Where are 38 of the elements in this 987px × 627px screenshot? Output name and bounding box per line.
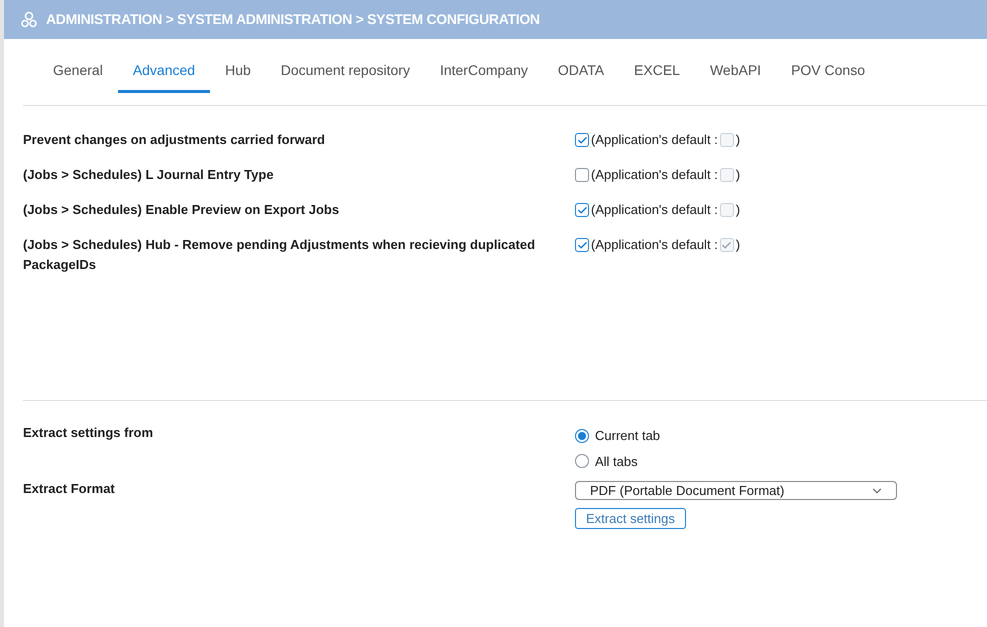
check-icon (576, 204, 588, 216)
checkbox[interactable] (575, 238, 589, 252)
setting-label: (Jobs > Schedules) L Journal Entry Type (23, 166, 275, 184)
tab[interactable]: General (38, 60, 118, 93)
network-icon (20, 10, 38, 28)
extract-settings-button[interactable]: Extract settings (575, 508, 686, 529)
closing-paren: ) (736, 201, 740, 220)
tab[interactable]: ODATA (542, 60, 620, 93)
field-label: Extract Format (23, 480, 116, 498)
setting-label: (Jobs > Schedules) Enable Preview on Export Jobs (23, 201, 340, 219)
tab[interactable]: Hub (210, 60, 266, 93)
radio-button[interactable] (575, 454, 589, 468)
radio-button[interactable] (575, 428, 589, 443)
checkbox[interactable] (575, 168, 589, 182)
tab[interactable]: WebAPI (694, 60, 776, 93)
tab[interactable]: Document repository (266, 60, 425, 93)
field-label: Extract settings from (23, 424, 154, 442)
tab[interactable]: EXCEL (619, 60, 695, 93)
breadcrumb-title: ADMINISTRATION > SYSTEM ADMINISTRATION > SYSTEM CONFIGURATION (46, 10, 540, 29)
default-label: (Application's default : (591, 201, 718, 220)
format-dropdown[interactable]: PDF (Portable Document Format) (575, 481, 897, 500)
setting-label: Prevent changes on adjustments carried forward (23, 131, 326, 149)
tab[interactable]: POV Conso (776, 60, 880, 93)
checkbox[interactable] (575, 133, 589, 147)
tab[interactable]: Advanced (118, 60, 210, 93)
default-label: (Application's default : (591, 131, 718, 150)
radio-label: All tabs (595, 452, 638, 470)
check-icon (576, 240, 588, 250)
radio-label: Current tab (595, 427, 660, 445)
setting-label: (Jobs > Schedules) Hub - Remove pending Adjustments when recieving duplicated PackageIDs (23, 236, 536, 274)
closing-paren: ) (736, 166, 740, 184)
tab[interactable]: InterCompany (424, 60, 543, 93)
check-icon (576, 134, 588, 146)
closing-paren: ) (736, 131, 740, 150)
closing-paren: ) (736, 236, 740, 254)
default-label: (Application's default : (591, 166, 718, 184)
default-label: (Application's default : (591, 236, 718, 254)
checkbox[interactable] (575, 203, 589, 217)
